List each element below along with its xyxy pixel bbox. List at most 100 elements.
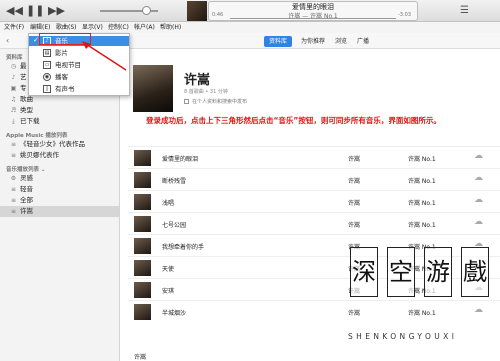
music-playlists-header: 音乐播放列表 ⌄ — [6, 167, 46, 173]
note-icon: ♫ — [10, 96, 17, 103]
track-album: 许嵩 No.1 — [408, 178, 436, 185]
menu-item-podcasts[interactable]: ◉ 播客 — [29, 72, 129, 82]
library-header: 资料库 — [6, 55, 23, 61]
up-next-list-icon[interactable]: ☰ — [460, 5, 474, 17]
track-row[interactable]: 浅唱 许嵩 许嵩 No.1 ☁ — [128, 190, 500, 212]
track-row[interactable]: 爱情里的眼泪 许嵩 许嵩 No.1 ☁ — [128, 146, 500, 168]
menu-item-label: 播客 — [55, 73, 68, 81]
track-artwork — [134, 216, 151, 232]
watermark-logo: 深 空 游 戲 — [344, 247, 500, 325]
track-artwork — [134, 238, 151, 254]
watermark-char: 戲 — [461, 247, 489, 297]
menu-help[interactable]: 帮助(H) — [160, 22, 181, 33]
sidebar-item-label: 姚贝娜代表作 — [20, 151, 59, 159]
sidebar-item-label: 全部 — [20, 196, 33, 204]
album-section-header: 许嵩 — [134, 354, 147, 361]
cloud-icon[interactable]: ☁ — [474, 151, 483, 161]
sidebar-item-playlist[interactable]: ≡ 姚贝娜代表作 — [10, 150, 59, 161]
checkbox[interactable] — [184, 99, 189, 104]
sidebar-item-label: 轻音 — [20, 185, 33, 193]
sidebar-item-recent[interactable]: ◷ 最 — [10, 61, 27, 72]
menu-controls[interactable]: 控制(C) — [108, 22, 129, 33]
track-title: 半城烟沙 — [162, 310, 187, 317]
sidebar-item-playlist[interactable]: ≡ 全部 — [10, 195, 33, 206]
menu-item-audiobooks[interactable]: ▯ 有声书 — [29, 84, 129, 94]
track-title: 爱情里的眼泪 — [162, 156, 199, 163]
sidebar-item-label: 类型 — [20, 106, 33, 114]
publish-option[interactable]: 在个人资料和搜索中发布 — [184, 98, 247, 105]
watermark-char: 空 — [387, 247, 415, 297]
menu-item-label: 影片 — [55, 49, 68, 57]
sidebar-item-playlist[interactable]: ⚙ 灵感 — [10, 173, 33, 184]
track-artwork — [134, 150, 151, 166]
sidebar-item-label: 《轻音少女》代表作品 — [20, 140, 85, 148]
track-row[interactable]: 七号公园 许嵩 许嵩 No.1 ☁ — [128, 212, 500, 234]
cloud-icon[interactable]: ☁ — [474, 173, 483, 183]
track-title: 安琪 — [162, 288, 175, 295]
track-artwork — [134, 304, 151, 320]
menu-edit[interactable]: 编辑(E) — [30, 22, 50, 33]
menu-song[interactable]: 歌曲(S) — [56, 22, 77, 33]
sidebar-item-playlist[interactable]: ≡ 《轻音少女》代表作品 — [10, 139, 85, 150]
watermark-char: 深 — [350, 247, 378, 297]
publish-option-label: 在个人资料和搜索中发布 — [192, 99, 248, 105]
tab-radio[interactable]: 广播 — [352, 36, 374, 47]
volume-knob[interactable] — [142, 6, 151, 15]
next-track-icon[interactable]: ▶▶ — [48, 3, 65, 19]
back-icon[interactable]: ‹ — [6, 36, 9, 45]
track-artwork — [134, 260, 151, 276]
sidebar-item-genres[interactable]: ♬ 类型 — [10, 105, 33, 116]
sidebar-item-playlist[interactable]: ≡ 轻音 — [10, 184, 33, 195]
album-icon: ▣ — [10, 85, 17, 92]
pause-icon[interactable]: ❚❚ — [26, 3, 44, 19]
sidebar-item-artists[interactable]: ♪ 艺 — [10, 72, 27, 83]
cloud-icon[interactable]: ☁ — [474, 195, 483, 205]
clock-icon: ◷ — [10, 63, 17, 70]
track-artwork — [134, 172, 151, 188]
track-title: 七号公园 — [162, 222, 187, 229]
watermark-subtitle: SHENKONGYOUXI — [348, 332, 458, 341]
playlist-icon: ≡ — [10, 152, 17, 159]
sidebar-item-playlist-selected[interactable]: ≡ 许嵩 — [0, 206, 119, 217]
track-title: 我想牵着你的手 — [162, 244, 205, 251]
track-title: 断桥残雪 — [162, 178, 187, 185]
menu-account[interactable]: 帐户(A) — [134, 22, 155, 33]
previous-track-icon[interactable]: ◀◀ — [6, 3, 23, 19]
sidebar-item-label: 已下载 — [20, 117, 40, 125]
menu-file[interactable]: 文件(F) — [4, 22, 24, 33]
artist-artwork — [133, 65, 173, 112]
sidebar-item-label: 最 — [20, 62, 27, 70]
track-artist: 许嵩 — [348, 156, 361, 163]
film-icon: ▤ — [43, 49, 51, 57]
tab-browse[interactable]: 浏览 — [330, 36, 352, 47]
playlist-icon: ≡ — [10, 186, 17, 193]
track-title: 浅唱 — [162, 200, 175, 207]
annotation-arrow — [82, 41, 127, 71]
menu-view[interactable]: 显示(V) — [82, 22, 103, 33]
download-icon: ⤓ — [12, 118, 15, 125]
track-artist: 许嵩 — [348, 178, 361, 185]
watermark-char: 游 — [424, 247, 452, 297]
podcast-icon: ◉ — [43, 73, 51, 81]
menu-item-label: 有声书 — [55, 85, 75, 93]
track-artist: 许嵩 — [348, 200, 361, 207]
sidebar-item-albums[interactable]: ▣ 专 — [10, 83, 27, 94]
menu-item-label: 电视节目 — [55, 61, 81, 69]
apple-music-header: Apple Music 播放列表 — [6, 133, 68, 139]
cloud-icon[interactable]: ☁ — [474, 217, 483, 227]
progress-bar[interactable] — [230, 18, 396, 19]
tab-library[interactable]: 资料库 — [264, 36, 293, 47]
sidebar-item-label: 专 — [20, 84, 27, 92]
checkmark-icon: ✓ — [33, 36, 39, 44]
sidebar-item-downloaded[interactable]: ⤓ 已下载 — [10, 116, 40, 127]
track-artist: 许嵩 — [348, 222, 361, 229]
track-row[interactable]: 断桥残雪 许嵩 许嵩 No.1 ☁ — [128, 168, 500, 190]
track-album: 许嵩 No.1 — [408, 156, 436, 163]
playlist-icon: ≡ — [10, 197, 17, 204]
track-album: 许嵩 No.1 — [408, 200, 436, 207]
remaining-time: -3:03 — [398, 12, 412, 18]
tab-for-you[interactable]: 为你推荐 — [296, 36, 330, 47]
now-playing-artwork — [187, 1, 207, 21]
artist-name: 许嵩 — [184, 73, 211, 88]
playlist-icon: ≡ — [10, 208, 17, 215]
